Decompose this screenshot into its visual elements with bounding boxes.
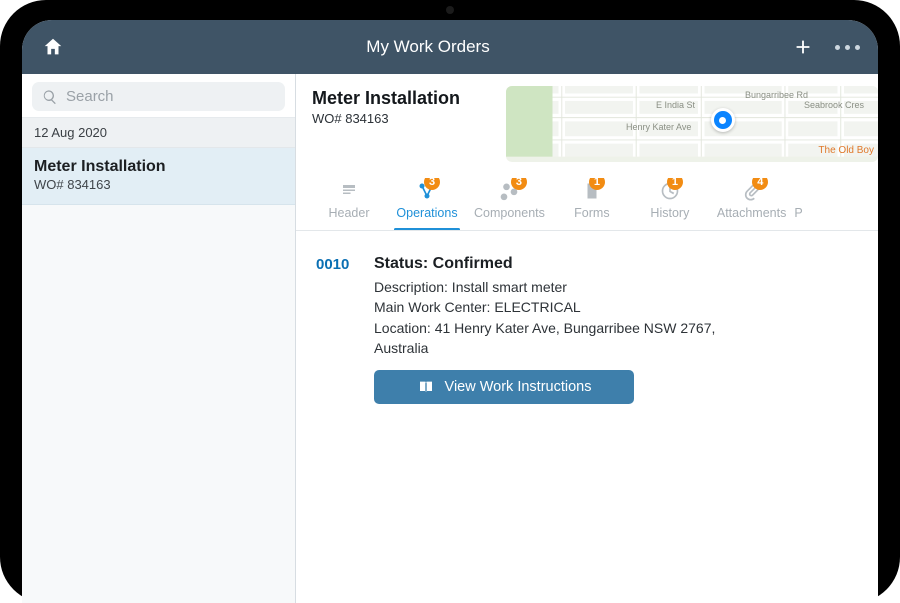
operation-status: Status: Confirmed — [374, 255, 858, 273]
camera-dot — [446, 6, 454, 14]
topbar: My Work Orders — [22, 20, 878, 74]
sidebar: 12 Aug 2020 Meter Installation WO# 83416… — [22, 74, 296, 603]
page-title: My Work Orders — [70, 37, 786, 57]
tab-overflow-peek[interactable]: P — [794, 206, 814, 230]
map-road-label: E India St — [656, 100, 695, 110]
tab-header[interactable]: Header — [310, 178, 388, 230]
tab-components[interactable]: 3 Components — [466, 178, 553, 230]
list-item-title: Meter Installation — [34, 158, 283, 176]
tab-label: Operations — [396, 206, 457, 220]
search-icon — [42, 89, 58, 105]
list-item[interactable]: Meter Installation WO# 834163 — [22, 148, 295, 205]
detail-header: Meter Installation WO# 834163 Bungarri — [296, 74, 878, 162]
tablet-frame: My Work Orders 12 Aug 2020 — [0, 0, 900, 603]
search-field[interactable] — [32, 82, 285, 111]
search-input[interactable] — [66, 88, 275, 105]
more-button[interactable] — [830, 30, 864, 64]
detail-wo-number: WO# 834163 — [312, 111, 492, 126]
button-label: View Work Instructions — [445, 379, 592, 395]
home-icon — [42, 36, 64, 58]
tab-bar: Header 3 Operations 3 — [296, 178, 878, 231]
tab-badge: 4 — [752, 178, 768, 190]
list-item-subtitle: WO# 834163 — [34, 177, 283, 192]
add-button[interactable] — [786, 30, 820, 64]
tab-forms[interactable]: 1 Forms — [553, 178, 631, 230]
operation-location: Location: 41 Henry Kater Ave, Bungarribe… — [374, 318, 734, 359]
tab-label: Components — [474, 206, 545, 220]
tab-history[interactable]: 1 History — [631, 178, 709, 230]
map-pin-icon — [711, 108, 735, 132]
home-button[interactable] — [36, 30, 70, 64]
tab-badge: 1 — [589, 178, 605, 190]
detail-title: Meter Installation — [312, 88, 492, 109]
tab-operations[interactable]: 3 Operations — [388, 178, 466, 230]
tab-label: Forms — [574, 206, 609, 220]
book-icon — [417, 379, 435, 395]
dot-icon — [835, 45, 840, 50]
list-date-header: 12 Aug 2020 — [22, 118, 295, 148]
map-poi-label: The Old Boy — [818, 145, 874, 156]
operation-work-center: Main Work Center: ELECTRICAL — [374, 297, 858, 317]
screen: My Work Orders 12 Aug 2020 — [22, 20, 878, 603]
operation-item: 0010 Status: Confirmed Description: Inst… — [296, 231, 878, 404]
view-work-instructions-button[interactable]: View Work Instructions — [374, 370, 634, 404]
dot-icon — [845, 45, 850, 50]
main-panel: Meter Installation WO# 834163 Bungarri — [296, 74, 878, 603]
plus-icon — [792, 36, 814, 58]
tab-label: Header — [329, 206, 370, 220]
operation-description: Description: Install smart meter — [374, 277, 858, 297]
tab-attachments[interactable]: 4 Attachments — [709, 178, 794, 230]
tab-badge: 3 — [511, 178, 527, 190]
tab-label: Attachments — [717, 206, 786, 220]
map-road-label: Bungarribee Rd — [745, 90, 808, 100]
search-wrap — [22, 74, 295, 118]
operation-number: 0010 — [316, 255, 360, 404]
header-icon — [339, 182, 359, 200]
map-road-label: Henry Kater Ave — [626, 122, 691, 132]
tab-label: History — [650, 206, 689, 220]
map[interactable]: Bungarribee Rd E India St Henry Kater Av… — [506, 86, 878, 162]
tab-badge: 1 — [667, 178, 683, 190]
map-road-label: Seabrook Cres — [804, 100, 864, 110]
dot-icon — [855, 45, 860, 50]
